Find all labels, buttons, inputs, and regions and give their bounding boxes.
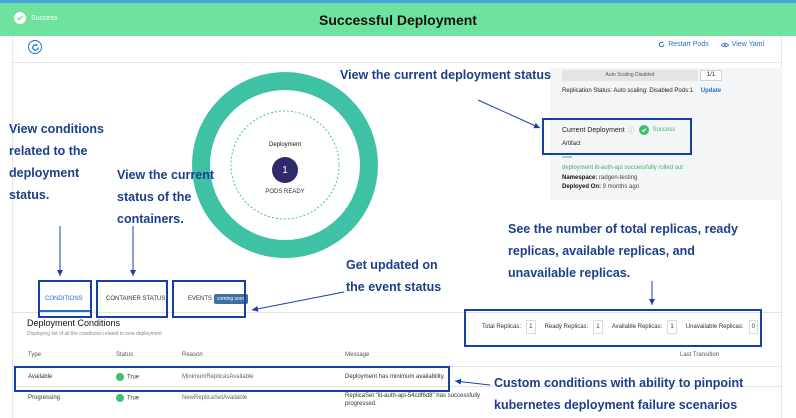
highlight-conditions-tab (38, 280, 92, 318)
callout-custom-line: Custom conditions with ability to pinpoi… (494, 376, 744, 390)
namespace-value: radgen-testing (597, 175, 638, 181)
row2-reason: NewReplicaSetAvailable (182, 395, 248, 401)
callout-events-line: Get updated on (346, 258, 438, 272)
banner-title: Successful Deployment (319, 12, 477, 28)
callout-conditions-line: View conditions (9, 122, 104, 136)
view-yaml-link[interactable]: View Yaml (720, 41, 764, 48)
row2-message: ReplicaSet "lit-auth-api-54cdf6d8" has s… (345, 393, 480, 407)
row2-status: True (116, 394, 139, 402)
deployed-on-value: 9 months ago (601, 184, 640, 190)
callout-conditions-line: status. (9, 188, 50, 202)
deployed-on-label: Deployed On: (562, 184, 602, 190)
header-message: Message (345, 352, 370, 358)
success-banner: Success Successful Deployment (0, 0, 796, 36)
conditions-subtitle: Displaying list of all the conditions re… (27, 331, 162, 337)
highlight-current-deployment (542, 118, 692, 155)
pods-center: Deployment 1 PODS READY (230, 116, 340, 226)
highlight-events-tab (172, 280, 246, 318)
header-status: Status (116, 352, 134, 358)
pods-ratio: 1/1 (700, 70, 722, 81)
restart-pods-label: Restart Pods (668, 41, 709, 48)
rollout-message: deployment lit-auth-api successfully rol… (562, 165, 684, 171)
callout-containers-line: containers. (117, 212, 184, 226)
refresh-button[interactable] (28, 40, 42, 54)
top-actions: Restart Pods View Yaml (658, 41, 764, 48)
callout-containers: View the current status of the container… (117, 164, 214, 230)
refresh-icon (31, 43, 39, 51)
autoscaling-badge: Auto Scaling Disabled (562, 70, 698, 81)
callout-replicas-line: unavailable replicas. (508, 266, 631, 280)
replication-status: Replication Status: Auto scaling: Disabl… (562, 88, 721, 94)
header-last-transition: Last Transition (680, 352, 720, 358)
sync-icon (659, 41, 665, 48)
callout-replicas-line: See the number of total replicas, ready (508, 222, 738, 236)
eye-icon (720, 42, 729, 47)
deployed-on-line: Deployed On: 9 months ago (562, 184, 639, 190)
callout-conditions-line: deployment (9, 166, 80, 180)
callout-conditions: View conditions related to the deploymen… (9, 118, 104, 206)
highlight-container-status-tab (96, 280, 168, 318)
callout-custom-line: kubernetes deployment failure scenarios (494, 398, 738, 412)
true-check-icon (116, 394, 124, 402)
header-divider (13, 62, 781, 63)
namespace-line: Namespace: radgen-testing (562, 175, 637, 181)
artifact-bar (562, 156, 572, 158)
restart-pods-link[interactable]: Restart Pods (658, 41, 709, 48)
callout-events-line: the event status (346, 280, 442, 294)
header-type: Type (28, 352, 42, 358)
header-reason: Reason (182, 352, 203, 358)
callout-custom-conditions: Custom conditions with ability to pinpoi… (494, 372, 743, 416)
callout-events: Get updated on the event status (346, 254, 441, 298)
callout-replicas-line: replicas, available replicas, and (508, 244, 695, 258)
highlight-condition-row (14, 366, 450, 392)
replication-status-text: Replication Status: Auto scaling: Disabl… (562, 88, 694, 94)
view-yaml-label: View Yaml (731, 41, 764, 48)
callout-containers-line: status of the (117, 190, 192, 204)
pods-ready-label: PODS READY (265, 189, 305, 195)
row2-status-text: True (127, 395, 140, 402)
conditions-title: Deployment Conditions (27, 318, 121, 328)
callout-view-status: View the current deployment status (340, 68, 551, 82)
callout-replicas: See the number of total replicas, ready … (508, 218, 738, 284)
pods-count-badge: 1 (272, 157, 298, 183)
row2-type: Progressing (28, 395, 61, 401)
callout-containers-line: View the current (117, 168, 215, 182)
namespace-label: Namespace: (562, 175, 598, 181)
callout-conditions-line: related to the (9, 144, 88, 158)
update-link[interactable]: Update (701, 88, 721, 94)
ring-deployment-label: Deployment (268, 142, 301, 148)
highlight-replica-stats (464, 309, 762, 347)
